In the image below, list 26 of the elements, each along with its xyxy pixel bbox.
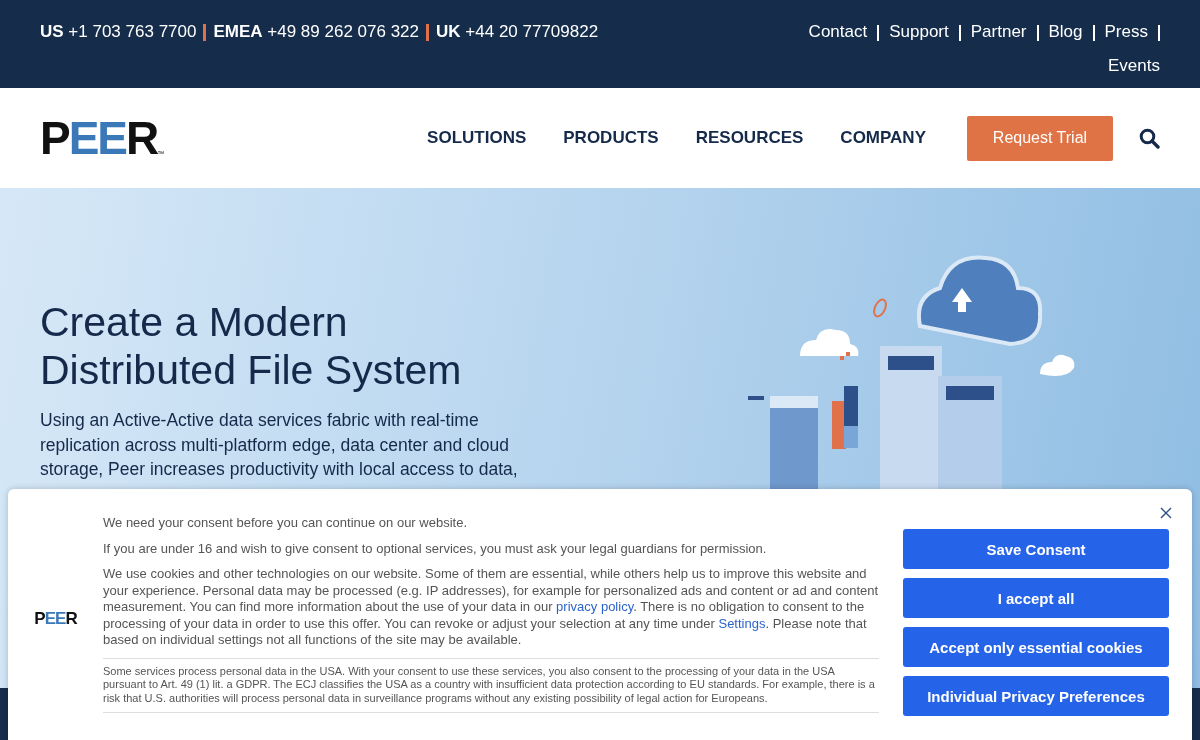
consent-paragraph: We need your consent before you can continue on our website. [103, 515, 468, 532]
top-link[interactable]: Contact [808, 20, 868, 54]
top-link[interactable]: Press [1104, 20, 1148, 54]
top-link[interactable]: Events [1108, 54, 1160, 88]
hero-heading: Create a Modern Distributed File System [40, 298, 463, 394]
nav-link[interactable]: SOLUTIONS [427, 128, 527, 148]
nav-link[interactable]: COMPANY [840, 128, 926, 148]
consent-button[interactable]: Save Consent [903, 529, 1169, 569]
phone-number: UK +44 20 77709822 [436, 21, 599, 43]
usa-data-notice: Some services process personal data in the USA. With your consent to use these services, you also consent to the processing of your data in the USA pursuant to Art. 49 (1) lit. a GDPR. The ECJ classifies the USA as a country with insufficient data protection according to EU standards. For example, there is a risk that U.S. authorities will process personal data in surveillance programs without any existing possibility of legal action for Europeans. [103, 657, 879, 713]
phone-number: EMEA +49 89 262 076 322 [213, 21, 420, 43]
consent-button[interactable]: I accept all [903, 578, 1169, 618]
search-icon[interactable] [1139, 127, 1160, 149]
logo[interactable]: PEER [34, 609, 77, 629]
hero-description: Using an Active-Active data services fabric with real-time replication across multi-platform edge, data center and cloud storage, Peer increases productivity with local access to data, [40, 409, 519, 481]
consent-button[interactable]: Individual Privacy Preferences [903, 676, 1169, 716]
close-icon[interactable] [1160, 507, 1172, 519]
nav-link[interactable]: PRODUCTS [563, 128, 659, 148]
consent-button[interactable]: Accept only essential cookies [903, 627, 1169, 667]
consent-paragraph: We use cookies and other technologies on our website. Some of them are essential, while others help us to improve this website and your experience. Personal data may be processed (e.g. IP addresses), for example for personalized ads and content or ad and content measurement. You can find more information about the use of your data in our privacy policy. There is no obligation to consent to the processing of your data in order to use this offer. You can revoke or adjust your selection at any time under Settings. Please note that based on individual settings not all functions of the site may be available. [103, 566, 879, 649]
top-link[interactable]: Partner [970, 20, 1027, 54]
nav-link[interactable]: RESOURCES [695, 128, 804, 148]
top-link[interactable]: Support [889, 20, 949, 54]
consent-paragraph: If you are under 16 and wish to give consent to optional services, you must ask your legal guardians for permission. [103, 540, 768, 557]
top-link[interactable]: Blog [1048, 20, 1083, 54]
phone-number: US +1 703 763 7700 [40, 21, 197, 43]
